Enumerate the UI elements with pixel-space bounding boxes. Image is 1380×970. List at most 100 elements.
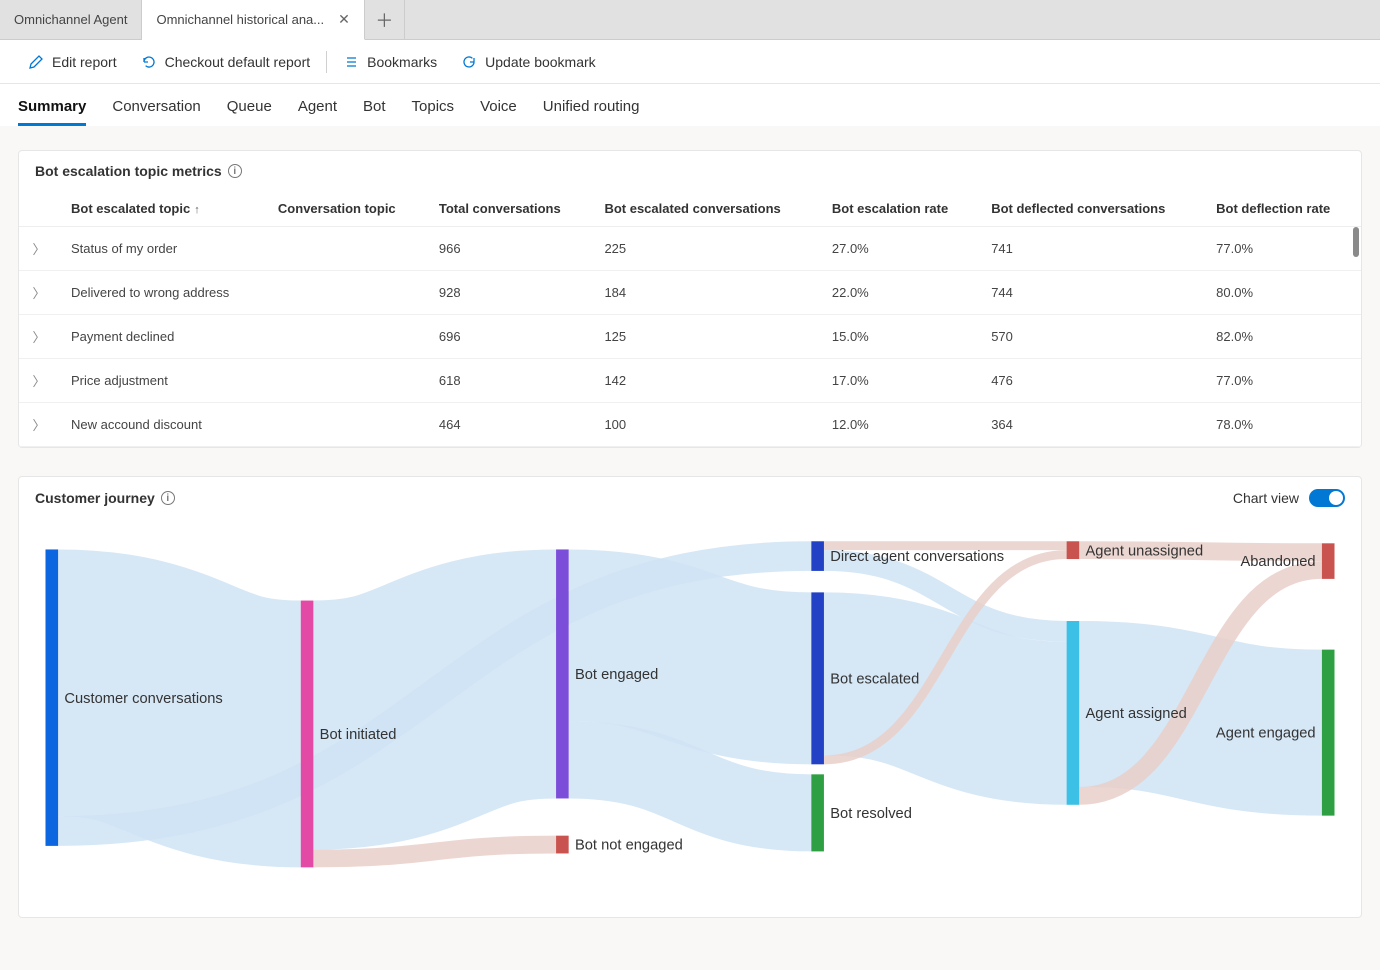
chevron-right-icon[interactable]: 〉 [32, 415, 45, 434]
list-icon [343, 54, 359, 70]
sankey-node[interactable] [301, 601, 314, 868]
tab-label: Omnichannel Agent [14, 12, 127, 27]
sankey-node[interactable] [556, 836, 569, 854]
sankey-node[interactable] [1067, 541, 1080, 559]
chart-view-toggle[interactable] [1309, 489, 1345, 507]
cell-esc_rate: 17.0% [820, 359, 979, 403]
metrics-table: Bot escalated topic↑Conversation topicTo… [19, 191, 1361, 447]
cell-esc_rate: 27.0% [820, 227, 979, 271]
toggle-label: Chart view [1233, 490, 1299, 506]
table-row[interactable]: 〉Delivered to wrong address92818422.0%74… [19, 271, 1361, 315]
cmd-label: Bookmarks [367, 54, 437, 70]
cell-total: 928 [427, 271, 593, 315]
cell-topic: Price adjustment [59, 359, 266, 403]
column-header[interactable]: Bot escalated conversations [592, 191, 819, 227]
edit-report-button[interactable]: Edit report [18, 40, 127, 83]
chevron-right-icon[interactable]: 〉 [32, 327, 45, 346]
chevron-right-icon[interactable]: 〉 [32, 239, 45, 258]
column-header[interactable]: Total conversations [427, 191, 593, 227]
tab-omnichannel-historical[interactable]: Omnichannel historical ana... ✕ [142, 0, 364, 40]
sankey-node-label: Bot resolved [830, 806, 912, 822]
cell-topic: Status of my order [59, 227, 266, 271]
cell-topic: Delivered to wrong address [59, 271, 266, 315]
cell-deflected: 364 [979, 403, 1204, 447]
scrollbar-thumb[interactable] [1353, 227, 1359, 257]
cell-escalated: 100 [592, 403, 819, 447]
report-body: Bot escalation topic metrics i Bot escal… [0, 126, 1380, 970]
table-row[interactable]: 〉New accound discount46410012.0%36478.0% [19, 403, 1361, 447]
sankey-node-label: Agent unassigned [1086, 543, 1204, 559]
metrics-table-scroll[interactable]: Bot escalated topic↑Conversation topicTo… [19, 191, 1361, 447]
cell-total: 618 [427, 359, 593, 403]
chevron-right-icon[interactable]: 〉 [32, 283, 45, 302]
cell-deflected: 741 [979, 227, 1204, 271]
tab-agent[interactable]: Agent [298, 98, 337, 126]
sankey-node-label: Bot escalated [830, 672, 919, 688]
cell-conv_topic [266, 315, 427, 359]
customer-journey-card: Customer journey i Chart view Customer c… [18, 476, 1362, 918]
column-header[interactable]: Bot deflection rate [1204, 191, 1361, 227]
tab-summary[interactable]: Summary [18, 98, 86, 126]
sankey-node[interactable] [1322, 543, 1335, 579]
tab-topics[interactable]: Topics [412, 98, 455, 126]
table-row[interactable]: 〉Status of my order96622527.0%74177.0% [19, 227, 1361, 271]
info-icon[interactable]: i [228, 164, 242, 178]
cmd-label: Checkout default report [165, 54, 311, 70]
tab-conversation[interactable]: Conversation [112, 98, 200, 126]
new-tab-button[interactable]: ＋ [365, 0, 405, 39]
sankey-node[interactable] [811, 774, 824, 851]
tab-omnichannel-agent[interactable]: Omnichannel Agent [0, 0, 142, 39]
pencil-icon [28, 54, 44, 70]
sankey-node[interactable] [811, 541, 824, 571]
chevron-right-icon[interactable]: 〉 [32, 371, 45, 390]
cell-topic: Payment declined [59, 315, 266, 359]
sankey-node[interactable] [811, 592, 824, 764]
cell-deflected: 744 [979, 271, 1204, 315]
sankey-node-label: Agent assigned [1086, 706, 1187, 722]
close-icon[interactable]: ✕ [338, 11, 350, 28]
table-row[interactable]: 〉Payment declined69612515.0%57082.0% [19, 315, 1361, 359]
sankey-node-label: Customer conversations [64, 691, 222, 707]
cell-total: 696 [427, 315, 593, 359]
cell-conv_topic [266, 271, 427, 315]
column-header[interactable]: Bot escalated topic↑ [59, 191, 266, 227]
cell-total: 966 [427, 227, 593, 271]
cell-conv_topic [266, 359, 427, 403]
cell-def_rate: 82.0% [1204, 315, 1361, 359]
sankey-node-label: Bot not engaged [575, 838, 683, 854]
sort-asc-icon: ↑ [194, 204, 200, 216]
cmd-label: Update bookmark [485, 54, 596, 70]
chart-view-toggle-wrap: Chart view [1233, 489, 1345, 507]
sankey-link [313, 674, 556, 725]
bookmarks-button[interactable]: Bookmarks [333, 40, 447, 83]
column-header[interactable]: Conversation topic [266, 191, 427, 227]
tab-queue[interactable]: Queue [227, 98, 272, 126]
cell-def_rate: 78.0% [1204, 403, 1361, 447]
sankey-node[interactable] [556, 549, 569, 798]
sankey-node[interactable] [1067, 621, 1080, 805]
cmd-label: Edit report [52, 54, 117, 70]
cell-total: 464 [427, 403, 593, 447]
tab-voice[interactable]: Voice [480, 98, 517, 126]
refresh-icon [141, 54, 157, 70]
separator [326, 51, 327, 73]
cell-esc_rate: 22.0% [820, 271, 979, 315]
sankey-node[interactable] [1322, 650, 1335, 816]
cell-def_rate: 80.0% [1204, 271, 1361, 315]
checkout-default-button[interactable]: Checkout default report [131, 40, 321, 83]
cell-deflected: 476 [979, 359, 1204, 403]
table-row[interactable]: 〉Price adjustment61814217.0%47677.0% [19, 359, 1361, 403]
update-bookmark-button[interactable]: Update bookmark [451, 40, 606, 83]
command-bar: Edit report Checkout default report Book… [0, 40, 1380, 84]
column-header[interactable]: Bot escalation rate [820, 191, 979, 227]
report-nav: Summary Conversation Queue Agent Bot Topics Vo… [0, 84, 1380, 126]
column-header[interactable]: Bot deflected conversations [979, 191, 1204, 227]
sankey-node[interactable] [45, 549, 58, 845]
sankey-chart[interactable]: Customer conversationsBot initiatedBot e… [19, 519, 1361, 917]
tab-bot[interactable]: Bot [363, 98, 386, 126]
card-title-text: Customer journey [35, 490, 155, 506]
sankey-node-label: Agent engaged [1216, 726, 1316, 742]
sankey-node-label: Direct agent conversations [830, 549, 1004, 565]
info-icon[interactable]: i [161, 491, 175, 505]
tab-unified-routing[interactable]: Unified routing [543, 98, 640, 126]
